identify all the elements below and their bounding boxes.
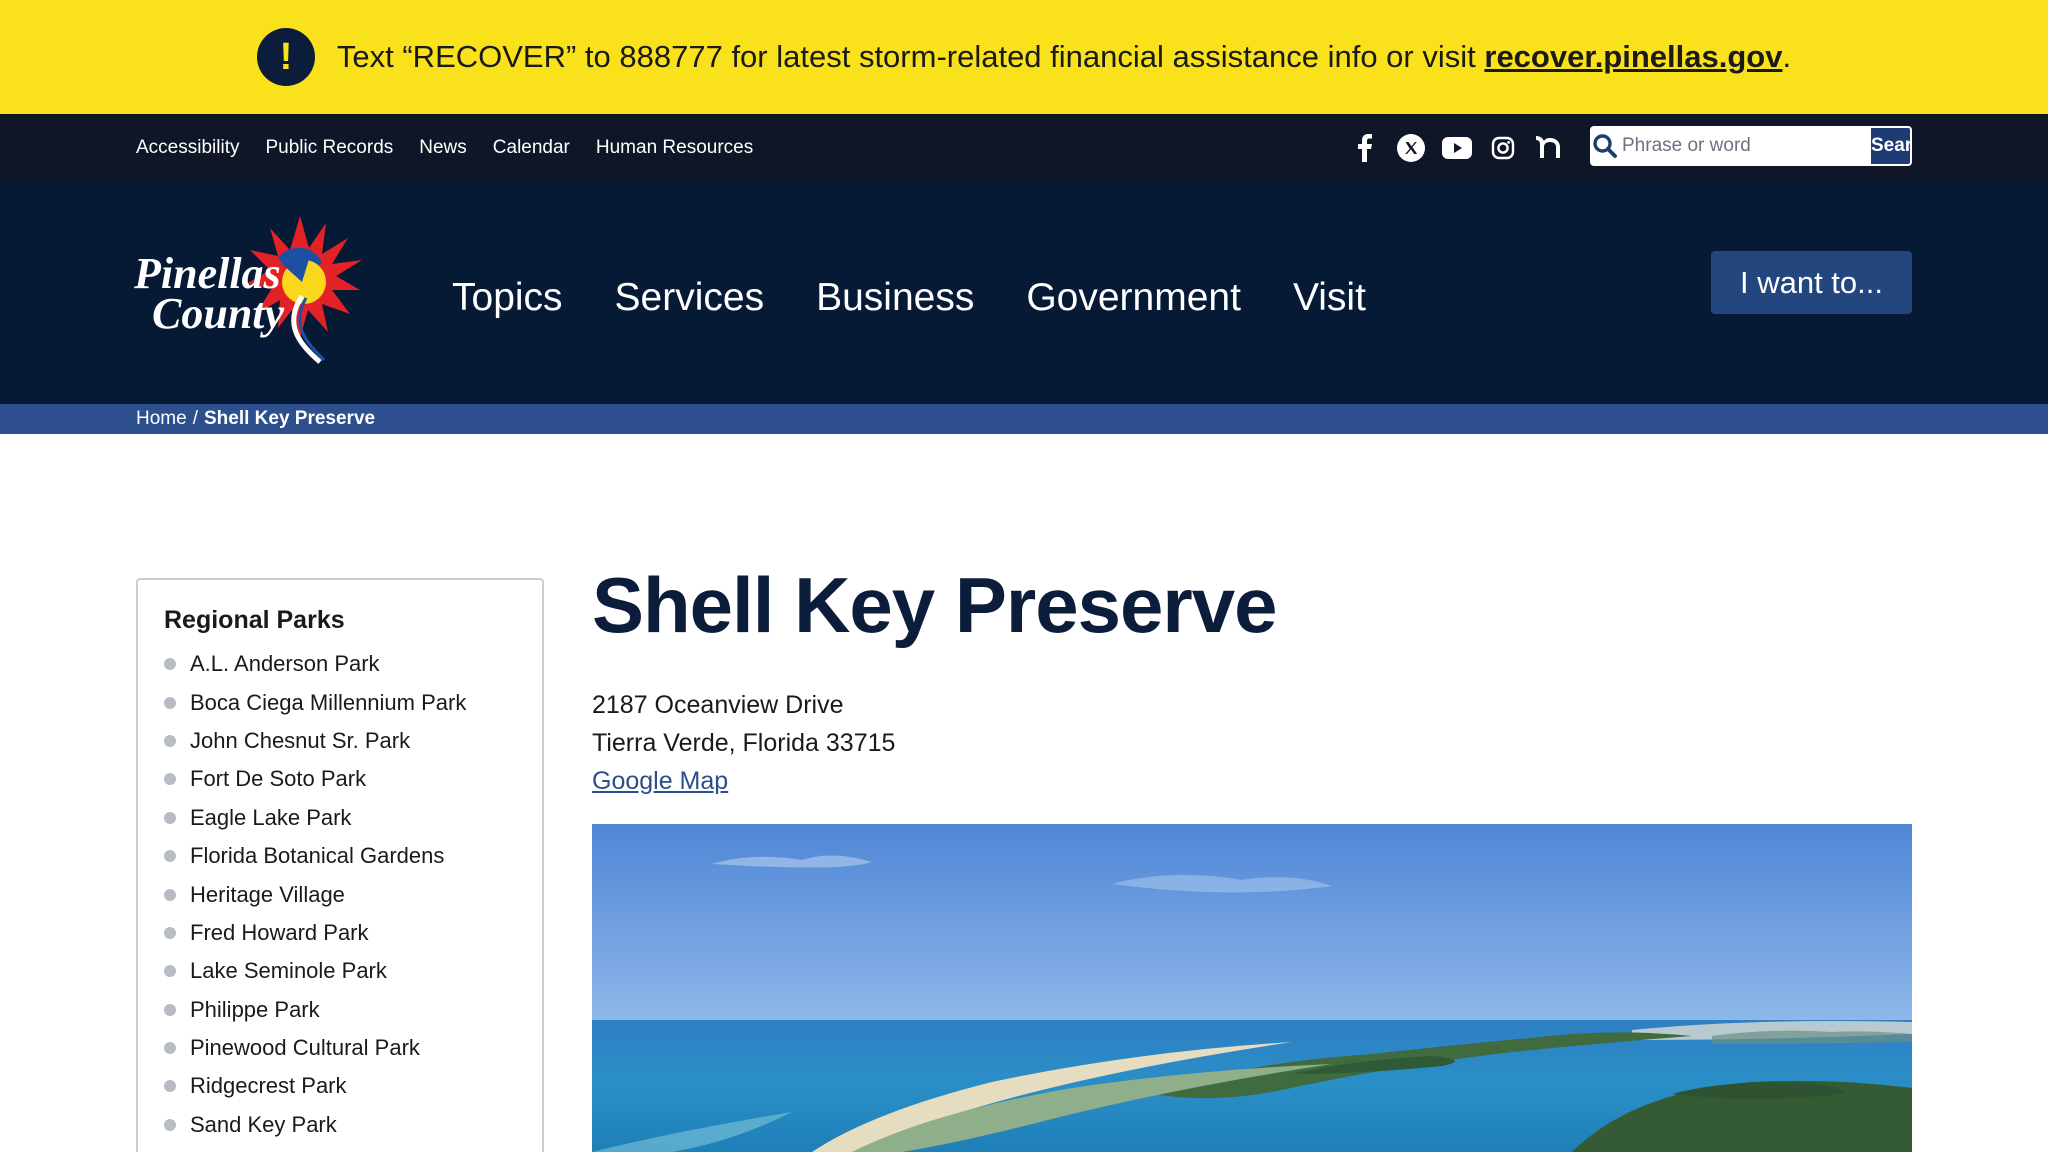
bullet-icon: [164, 1118, 176, 1131]
list-item[interactable]: Ridgecrest Park: [164, 1067, 542, 1105]
list-item[interactable]: Pinewood Cultural Park: [164, 1029, 542, 1067]
list-item[interactable]: Lake Seminole Park: [164, 952, 542, 990]
alert-banner: ! Text “RECOVER” to 888777 for latest st…: [0, 0, 2048, 114]
bullet-icon: [164, 811, 176, 824]
park-link[interactable]: Fort De Soto Park: [190, 766, 366, 792]
address-line-1: 2187 Oceanview Drive: [592, 691, 844, 719]
park-link[interactable]: Lake Seminole Park: [190, 958, 387, 984]
park-link[interactable]: Boca Ciega Millennium Park: [190, 690, 466, 716]
park-link[interactable]: Heritage Village: [190, 882, 345, 908]
bullet-icon: [164, 734, 176, 747]
breadcrumb: Home / Shell Key Preserve: [0, 404, 2048, 434]
youtube-icon[interactable]: [1442, 133, 1472, 163]
nav-government[interactable]: Government: [1026, 276, 1241, 320]
bullet-icon: [164, 1042, 176, 1055]
page-title: Shell Key Preserve: [592, 561, 1277, 649]
nav-visit[interactable]: Visit: [1293, 276, 1366, 320]
utility-link-calendar[interactable]: Calendar: [493, 137, 570, 159]
utility-link-accessibility[interactable]: Accessibility: [136, 137, 239, 159]
list-item[interactable]: Florida Botanical Gardens: [164, 837, 542, 875]
list-item[interactable]: John Chesnut Sr. Park: [164, 722, 542, 760]
park-link[interactable]: Sand Key Park: [190, 1112, 337, 1138]
bullet-icon: [164, 888, 176, 901]
park-link[interactable]: Eagle Lake Park: [190, 805, 351, 831]
bullet-icon: [164, 850, 176, 863]
parks-list: A.L. Anderson Park Boca Ciega Millennium…: [164, 645, 542, 1144]
bullet-icon: [164, 773, 176, 786]
google-map-link[interactable]: Google Map: [592, 767, 728, 795]
nav-topics[interactable]: Topics: [452, 276, 563, 320]
bullet-icon: [164, 1003, 176, 1016]
list-item[interactable]: Sand Key Park: [164, 1106, 542, 1144]
alert-link[interactable]: recover.pinellas.gov: [1484, 39, 1782, 74]
i-want-to-button[interactable]: I want to...: [1711, 251, 1912, 314]
utility-nav: Accessibility Public Records News Calend…: [136, 114, 753, 182]
bullet-icon: [164, 696, 176, 709]
park-link[interactable]: A.L. Anderson Park: [190, 651, 380, 677]
list-item[interactable]: Philippe Park: [164, 991, 542, 1029]
search-button[interactable]: Search: [1871, 128, 1910, 164]
instagram-icon[interactable]: [1488, 133, 1518, 163]
main-nav: Topics Services Business Government Visi…: [452, 182, 1366, 404]
park-link[interactable]: John Chesnut Sr. Park: [190, 728, 410, 754]
social-links: [1350, 114, 1564, 182]
bullet-icon: [164, 658, 176, 671]
park-address: 2187 Oceanview Drive Tierra Verde, Flori…: [592, 686, 895, 800]
x-icon[interactable]: [1396, 133, 1426, 163]
list-item[interactable]: Boca Ciega Millennium Park: [164, 683, 542, 721]
sidebar-heading: Regional Parks: [164, 606, 345, 634]
list-item[interactable]: Fort De Soto Park: [164, 760, 542, 798]
list-item[interactable]: Fred Howard Park: [164, 914, 542, 952]
search-icon: [1592, 128, 1618, 164]
site-search: Search: [1590, 126, 1912, 166]
park-link[interactable]: Fred Howard Park: [190, 920, 369, 946]
nextdoor-icon[interactable]: [1534, 133, 1564, 163]
regional-parks-sidebar: Regional Parks A.L. Anderson Park Boca C…: [136, 578, 544, 1152]
list-item[interactable]: Heritage Village: [164, 875, 542, 913]
breadcrumb-home[interactable]: Home: [136, 408, 187, 430]
list-item[interactable]: A.L. Anderson Park: [164, 645, 542, 683]
pinellas-county-logo[interactable]: Pinellas County: [132, 216, 368, 366]
utility-link-human-resources[interactable]: Human Resources: [596, 137, 753, 159]
park-link[interactable]: Philippe Park: [190, 997, 320, 1023]
park-link[interactable]: Florida Botanical Gardens: [190, 843, 444, 869]
search-input[interactable]: [1618, 128, 1871, 164]
utility-link-public-records[interactable]: Public Records: [265, 137, 393, 159]
alert-text: Text “RECOVER” to 888777 for latest stor…: [336, 39, 1485, 74]
alert-suffix: .: [1782, 39, 1792, 74]
site-header: Pinellas County Topics Services Business…: [0, 182, 2048, 404]
park-aerial-photo: [592, 824, 1912, 1152]
bullet-icon: [164, 926, 176, 939]
address-line-2: Tierra Verde, Florida 33715: [592, 729, 896, 757]
park-link[interactable]: Ridgecrest Park: [190, 1073, 347, 1099]
park-link[interactable]: Pinewood Cultural Park: [190, 1035, 420, 1061]
breadcrumb-current: Shell Key Preserve: [203, 408, 376, 429]
bullet-icon: [164, 1080, 176, 1093]
utility-link-news[interactable]: News: [419, 137, 467, 159]
breadcrumb-separator: /: [192, 408, 198, 429]
facebook-icon[interactable]: [1350, 133, 1380, 163]
logo-text-line2: County: [152, 289, 285, 338]
nav-services[interactable]: Services: [615, 276, 765, 320]
exclamation-icon: !: [256, 28, 315, 86]
list-item[interactable]: Eagle Lake Park: [164, 799, 542, 837]
bullet-icon: [164, 965, 176, 978]
nav-business[interactable]: Business: [816, 276, 974, 320]
alert-message: Text “RECOVER” to 888777 for latest stor…: [337, 39, 1791, 75]
